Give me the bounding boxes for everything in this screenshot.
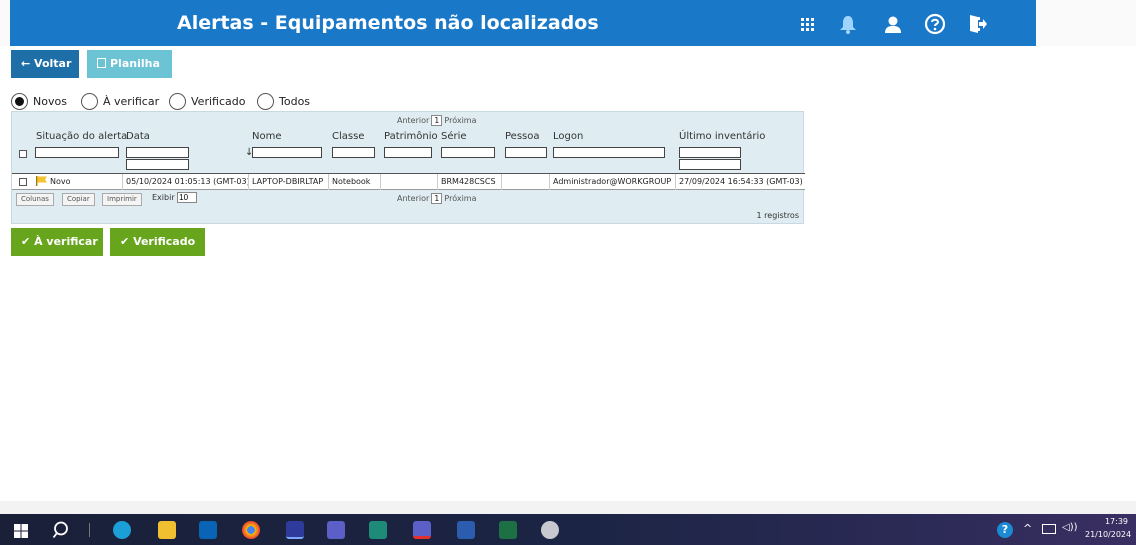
cell-logon: Administrador@WORKGROUP — [553, 177, 672, 186]
pager-prev[interactable]: Anterior — [397, 194, 429, 203]
pager-next[interactable]: Próxima — [444, 194, 476, 203]
alerts-grid: Anterior 1 Próxima Situação do alerta Data… — [11, 111, 805, 224]
chrome-icon[interactable] — [242, 521, 260, 539]
col-header-data[interactable]: Data — [126, 131, 150, 142]
pager-page[interactable]: 1 — [431, 115, 443, 126]
copy-button[interactable]: Copiar — [62, 193, 95, 206]
edge-icon[interactable] — [113, 521, 131, 539]
page-title: Alertas - Equipamentos não localizados — [177, 12, 599, 34]
records-count: 1 registros — [756, 211, 799, 220]
radio-novos[interactable]: Novos — [11, 91, 67, 111]
cell-status: Novo — [50, 177, 71, 186]
filter-logon[interactable] — [553, 147, 665, 158]
col-header-patrimonio[interactable]: Patrimônio — [384, 131, 438, 142]
print-button[interactable]: Imprimir — [102, 193, 142, 206]
radio-label: Novos — [33, 94, 67, 108]
radio-circle — [169, 92, 186, 110]
col-header-pessoa[interactable]: Pessoa — [505, 131, 540, 142]
filter-situacao[interactable] — [35, 147, 119, 158]
bell-icon[interactable] — [837, 13, 859, 35]
cell-ultimo-inventario: 27/09/2024 16:54:33 (GMT-03) — [679, 177, 803, 186]
pager-prev[interactable]: Anterior — [397, 116, 429, 125]
help-icon[interactable] — [924, 13, 946, 35]
filter-classe[interactable] — [332, 147, 375, 158]
radio-label: Verificado — [191, 94, 246, 108]
col-header-situacao[interactable]: Situação do alerta — [36, 131, 127, 142]
filter-data-to[interactable] — [126, 159, 189, 170]
page-size-control: Exibir — [152, 192, 198, 203]
apps-grid-icon[interactable] — [797, 13, 819, 35]
radio-todos[interactable]: Todos — [257, 91, 310, 111]
flag-icon — [36, 176, 48, 186]
radio-verificado[interactable]: Verificado — [169, 91, 245, 111]
page-size-label: Exibir — [152, 193, 175, 202]
back-button[interactable]: ← Voltar — [11, 50, 79, 78]
app-header: Alertas - Equipamentos não localizados — [0, 0, 1136, 46]
col-header-logon[interactable]: Logon — [553, 131, 583, 142]
word-icon[interactable] — [457, 521, 475, 539]
pager-page[interactable]: 1 — [431, 193, 443, 204]
header-bar: Alertas - Equipamentos não localizados — [10, 0, 1036, 46]
teams-icon[interactable] — [327, 521, 345, 539]
spreadsheet-icon — [97, 58, 106, 68]
col-header-nome[interactable]: Nome — [252, 131, 282, 142]
spreadsheet-button[interactable]: Planilha — [87, 50, 172, 78]
pager-next[interactable]: Próxima — [444, 116, 476, 125]
windows-start-icon[interactable] — [14, 523, 28, 538]
excel-icon[interactable] — [499, 521, 517, 539]
cell-classe: Notebook — [332, 177, 371, 186]
radio-circle — [81, 92, 98, 110]
filter-inventario-from[interactable] — [679, 147, 741, 158]
paint-icon[interactable] — [541, 521, 559, 539]
filter-inventario-to[interactable] — [679, 159, 741, 170]
user-icon[interactable] — [882, 13, 904, 35]
battery-icon[interactable] — [1042, 524, 1056, 534]
cell-serie: BRM428CSCS — [441, 177, 496, 186]
outlook-icon[interactable] — [199, 521, 217, 539]
teams-work-icon[interactable] — [413, 521, 431, 539]
store-app-icon[interactable] — [369, 521, 387, 539]
help-tray-icon[interactable]: ? — [997, 522, 1013, 538]
clock-time[interactable]: 17:39 — [1105, 517, 1128, 526]
remote-app-icon[interactable] — [286, 521, 304, 539]
chevron-up-icon[interactable]: ^ — [1023, 522, 1032, 535]
radio-circle — [257, 92, 274, 110]
filter-data-from[interactable] — [126, 147, 189, 158]
cell-nome: LAPTOP-DBIRLTAP — [252, 177, 324, 186]
row-checkbox[interactable] — [19, 178, 27, 186]
check-icon: ✔ — [21, 235, 31, 248]
radio-a-verificar[interactable]: À verificar — [81, 91, 159, 111]
filter-serie[interactable] — [441, 147, 495, 158]
col-header-ultimo-inventario[interactable]: Último inventário — [679, 131, 765, 142]
radio-circle — [11, 92, 28, 110]
columns-button[interactable]: Colunas — [16, 193, 54, 206]
check-icon: ✔ — [120, 235, 130, 248]
pager-top: Anterior 1 Próxima — [397, 115, 477, 126]
clock-date[interactable]: 21/10/2024 — [1085, 530, 1136, 539]
mark-verified-label: Verificado — [133, 235, 196, 248]
filter-patrimonio[interactable] — [384, 147, 432, 158]
select-all-checkbox[interactable] — [19, 150, 27, 158]
mark-to-verify-label: À verificar — [34, 235, 98, 248]
mark-to-verify-button[interactable]: ✔ À verificar — [11, 228, 103, 256]
windows-taskbar: ? ^ ◁)) 17:39 21/10/2024 — [0, 514, 1136, 545]
col-header-classe[interactable]: Classe — [332, 131, 364, 142]
filter-nome[interactable] — [252, 147, 322, 158]
filter-pessoa[interactable] — [505, 147, 547, 158]
pager-bottom: Anterior 1 Próxima — [397, 193, 477, 204]
radio-label: À verificar — [103, 94, 160, 108]
horizontal-scrollbar[interactable] — [0, 501, 1136, 514]
volume-icon[interactable]: ◁)) — [1062, 522, 1078, 533]
file-explorer-icon[interactable] — [158, 521, 176, 539]
logout-icon[interactable] — [966, 13, 988, 35]
search-icon[interactable] — [52, 521, 70, 539]
table-row[interactable]: Novo 05/10/2024 01:05:13 (GMT-03) LAPTOP… — [12, 173, 805, 190]
col-header-serie[interactable]: Série — [441, 131, 467, 142]
spreadsheet-button-label: Planilha — [110, 57, 160, 70]
mark-verified-button[interactable]: ✔ Verificado — [110, 228, 205, 256]
page-size-input[interactable] — [177, 192, 198, 203]
cell-data: 05/10/2024 01:05:13 (GMT-03) — [126, 177, 250, 186]
radio-label: Todos — [279, 94, 311, 108]
